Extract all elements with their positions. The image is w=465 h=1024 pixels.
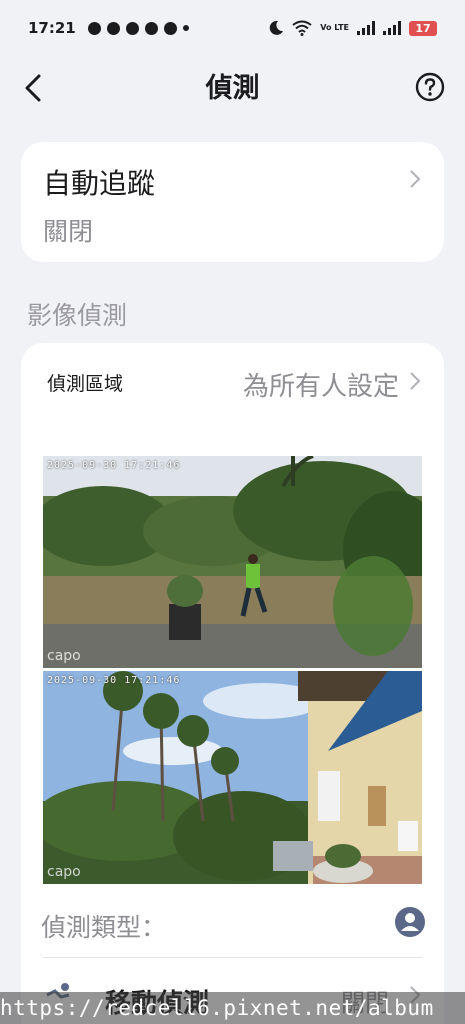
wifi-icon: [292, 20, 312, 36]
image-detection-card: 偵測區域 為所有人設定 2025-09-30 17:21:46 capo 202…: [21, 343, 444, 1024]
help-button[interactable]: [415, 72, 445, 102]
moon-icon: [269, 20, 284, 35]
status-left: 17:21: [28, 19, 189, 37]
divider: [43, 957, 422, 958]
auto-tracking-card[interactable]: 自動追蹤 關閉: [21, 142, 444, 262]
camera-watermark: capo: [47, 648, 81, 664]
camera-preview-image: [43, 671, 422, 884]
header: 偵測: [0, 60, 465, 118]
status-bar: 17:21 Vo LTE 17: [0, 0, 465, 56]
detection-zone-value[interactable]: 為所有人設定: [243, 369, 403, 405]
signal-icon-2: [383, 21, 401, 35]
chat-icon: [125, 21, 139, 35]
camera-preview[interactable]: 2025-09-30 17:21:46 capo: [43, 671, 422, 884]
messenger-alt-icon: [163, 21, 177, 35]
detection-zone-label: 偵測區域: [47, 373, 124, 395]
volte-indicator: Vo LTE: [320, 23, 349, 32]
camera-watermark: capo: [47, 864, 81, 880]
status-right: Vo LTE 17: [268, 20, 437, 36]
auto-tracking-title: 自動追蹤: [43, 167, 156, 200]
chevron-right-icon: [410, 170, 421, 188]
person-circle-icon[interactable]: [394, 906, 426, 938]
contacts-icon: [106, 21, 120, 35]
url-watermark: https://redcell6.pixnet.net/album: [0, 992, 465, 1024]
camera-timestamp: 2025-09-30 17:21:46: [47, 675, 181, 686]
messenger-icon: [144, 21, 158, 35]
notification-dot-icon: [182, 25, 189, 31]
auto-tracking-value: 關閉: [43, 217, 94, 246]
facebook-icon: [87, 21, 101, 35]
camera-preview[interactable]: 2025-09-30 17:21:46 capo: [43, 456, 422, 668]
detection-type-label: 偵測類型：: [41, 913, 167, 942]
status-time: 17:21: [28, 19, 76, 37]
page-title: 偵測: [205, 73, 260, 104]
camera-timestamp: 2025-09-30 17:21:46: [47, 460, 181, 471]
battery-indicator: 17: [409, 20, 437, 36]
question-circle-icon: [415, 72, 445, 102]
chevron-right-icon[interactable]: [407, 369, 423, 393]
camera-preview-image: [43, 456, 422, 668]
section-label: 影像偵測: [27, 301, 128, 330]
signal-icon: [357, 21, 375, 35]
